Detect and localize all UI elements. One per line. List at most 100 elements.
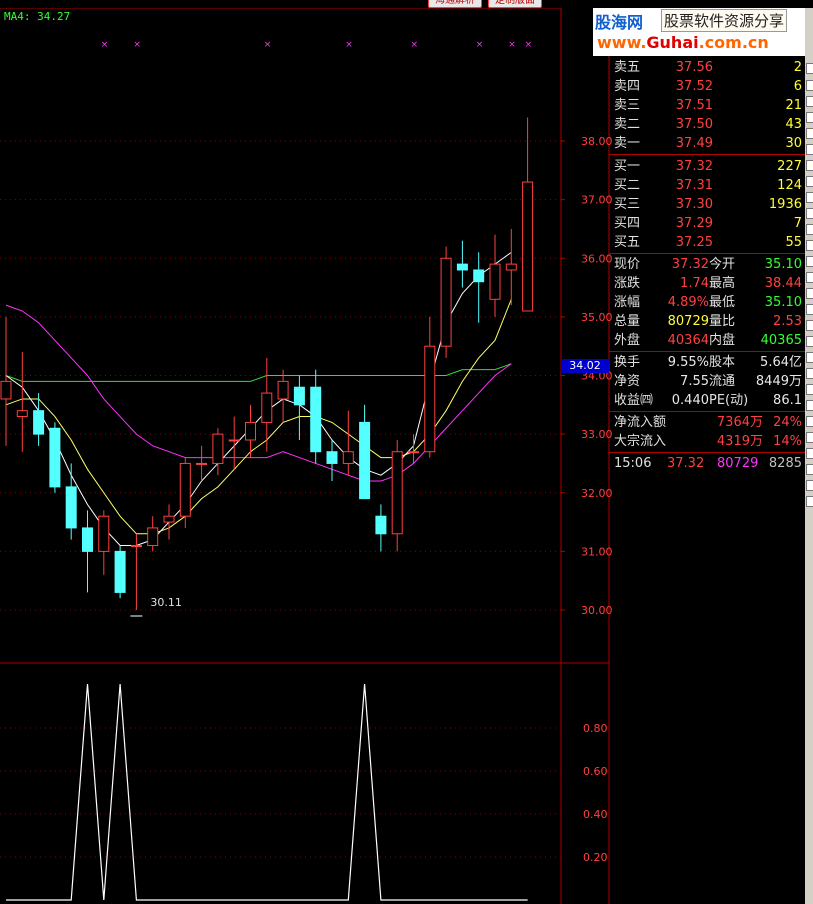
y-tick-label: 0.80 [583,722,608,735]
tool-icon[interactable] [806,320,813,331]
tool-icon[interactable] [806,256,813,267]
tool-icon[interactable] [806,480,813,491]
y-tick-label: 35.00 [581,311,613,324]
low-price-label: 30.11 [150,596,182,609]
quote-panel: 卖五 37.56 2 卖四 37.52 6 卖三 37.51 21 卖二 37.50 43 卖一 37.4… [609,58,805,471]
stat-value: 80729 [667,314,709,329]
flow-value: 4319万 [716,434,763,449]
ask-price: 37.56 [675,60,713,75]
tool-icon[interactable] [806,272,813,283]
candle-body [293,386,305,406]
tool-icon[interactable] [806,208,813,219]
flow-row: 大宗流入 4319万 14% [609,432,805,451]
bid-price: 37.25 [675,235,713,250]
logo-url-brand: Guhai [646,33,699,52]
tool-icon[interactable] [806,352,813,363]
stat-label: 换手 [614,355,641,370]
fundamental-row: 净资 7.55 流通 8449万 [609,372,805,391]
tool-icon[interactable] [806,80,813,91]
stat-label: 今开 [709,257,736,272]
tool-icon[interactable] [806,144,813,155]
candle-body [456,263,468,271]
tool-icon[interactable] [806,304,813,315]
y-tick-label: 36.00 [581,252,613,265]
bid-label: 买一 [614,159,641,174]
tool-icon[interactable] [806,448,813,459]
y-tick-label: 30.00 [581,604,613,617]
bid-volume: 55 [785,235,802,250]
flow-value: 7364万 [716,415,763,430]
tool-icon[interactable] [806,192,813,203]
analysis-button[interactable]: 海通解析 [428,0,482,8]
y-tick-label: 32.00 [581,487,613,500]
tool-icon[interactable] [806,416,813,427]
divider [609,351,805,352]
flow-label: 大宗流入 [614,434,667,449]
ask-volume: 6 [793,79,802,94]
tool-icon[interactable] [806,384,813,395]
candle-body [179,462,191,517]
y-tick-label: 33.00 [581,428,613,441]
ask-price: 37.50 [675,117,713,132]
tool-icon[interactable] [806,224,813,235]
tool-icon[interactable] [806,176,813,187]
y-tick-label: 38.00 [581,135,613,148]
candle-body [522,181,534,312]
y-tick-label: 0.40 [583,808,608,821]
y-tick-label: 37.00 [581,194,613,207]
y-tick-label: 0.60 [583,765,608,778]
signal-marker: × [411,40,419,50]
candle-body [163,515,175,523]
stat-row: 总量 80729 量比 2.53 [609,312,805,331]
tick-volume: 80729 [717,456,759,471]
y-tick-label: 0.20 [583,851,608,864]
stat-value: 40364 [667,333,709,348]
ask-row: 卖一 37.49 30 [609,134,805,153]
tool-icon[interactable] [806,128,813,139]
signal-marker: × [101,40,109,50]
tool-icon[interactable] [806,400,813,411]
tick-row: 15:06 37.32 80729 8285 [609,454,805,473]
candle-body [212,433,224,464]
flow-label: 净流入额 [614,415,667,430]
signal-marker: × [508,40,516,50]
stat-value: 35.10 [764,295,802,310]
ma-indicator-label: MA4: 34.27 [4,10,71,23]
tool-icon[interactable] [806,288,813,299]
tick-price: 37.32 [667,456,705,471]
ask-volume: 21 [785,98,802,113]
tool-icon[interactable] [806,336,813,347]
ask-price: 37.49 [675,136,713,151]
stat-row: 涨幅 4.89% 最低 35.10 [609,293,805,312]
tool-icon[interactable] [806,160,813,171]
tool-icon[interactable] [806,432,813,443]
stat-label: 总量 [614,314,641,329]
stat-row: 现价 37.32 今开 35.10 [609,255,805,274]
stat-value: 38.44 [764,276,802,291]
tool-icon[interactable] [806,464,813,475]
stat-value: 7.55 [680,374,709,389]
bid-volume: 227 [777,159,802,174]
custom-layout-button[interactable]: 定制版面 [488,0,542,8]
flow-row: 净流入额 7364万 24% [609,413,805,432]
tool-icon[interactable] [806,96,813,107]
candle-body [33,410,45,435]
logo-tagline: 股票软件资源分享 [661,9,788,32]
candle-body [147,527,159,547]
candle-body [130,545,142,548]
tool-icon[interactable] [806,240,813,251]
stat-label: 流通 [709,374,736,389]
candle-body [424,345,436,453]
stat-value: 0.440 [671,393,709,408]
tool-icon[interactable] [806,112,813,123]
tool-icon[interactable] [806,63,813,74]
candle-body [489,263,501,300]
candle-body [391,451,403,535]
flow-percent: 14% [773,434,802,449]
fundamental-row: 换手 9.55% 股本 5.64亿 [609,353,805,372]
tool-icon[interactable] [806,496,813,507]
signal-marker: × [133,40,141,50]
bid-label: 买二 [614,178,641,193]
tool-icon[interactable] [806,368,813,379]
side-toolbar[interactable] [805,8,813,904]
